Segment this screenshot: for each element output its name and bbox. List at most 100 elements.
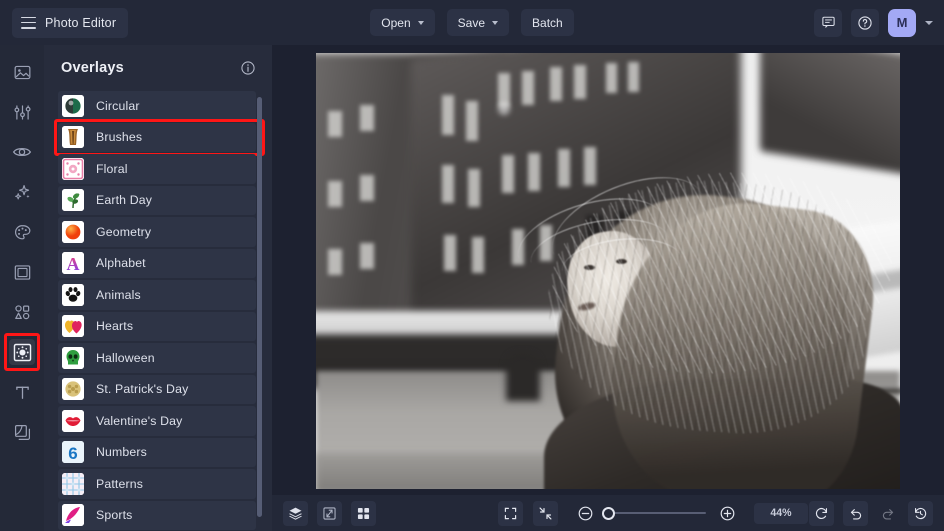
refresh-icon [815, 507, 828, 519]
list-item[interactable]: Hearts [58, 311, 256, 341]
layers-copy-icon [14, 424, 30, 440]
list-item[interactable]: Floral [58, 154, 256, 184]
list-item[interactable]: Circular [58, 91, 256, 121]
zoom-out-button[interactable] [574, 502, 596, 524]
sidebar-item-color[interactable] [9, 219, 35, 245]
grid-button[interactable] [351, 500, 376, 526]
open-button-label: Open [381, 15, 411, 30]
eye-icon [12, 147, 32, 157]
chevron-down-icon [492, 21, 499, 25]
resize-icon [323, 506, 336, 520]
list-item[interactable]: Earth Day [58, 185, 256, 215]
sidebar-item-text[interactable] [9, 379, 35, 405]
list-item[interactable]: Halloween [58, 343, 256, 373]
collapse-corners-icon [539, 507, 552, 519]
list-item[interactable]: Animals [58, 280, 256, 310]
list-item-label: Earth Day [96, 193, 153, 208]
image-icon [14, 65, 30, 79]
info-circle-icon[interactable] [240, 60, 256, 76]
overlays-panel-header: Overlays [44, 45, 272, 91]
list-item-label: Animals [96, 287, 141, 302]
st-patricks-thumb [62, 378, 84, 401]
animals-thumb [62, 283, 84, 306]
photo-editor-app: Photo Editor Open Save Batch M Overlays … [0, 0, 944, 531]
brushes-thumb [62, 126, 84, 149]
open-button[interactable]: Open [370, 9, 435, 36]
sidebar-item-retouch[interactable] [9, 139, 35, 165]
help-button[interactable] [851, 8, 879, 37]
history-button[interactable] [908, 500, 933, 526]
layers-button[interactable] [283, 500, 308, 526]
sidebar-item-frames[interactable] [9, 259, 35, 285]
list-item-label: Circular [96, 98, 140, 113]
feedback-button[interactable] [814, 8, 842, 37]
batch-button-label: Batch [532, 15, 563, 30]
zoom-slider-handle[interactable] [602, 506, 615, 520]
floral-thumb [62, 157, 84, 180]
list-item[interactable]: Valentine's Day [58, 406, 256, 436]
transform-button[interactable] [317, 500, 342, 526]
list-item-label: Sports [96, 508, 133, 523]
zoom-level-value[interactable]: 44% [754, 502, 808, 524]
list-item[interactable]: Geometry [58, 217, 256, 247]
list-item[interactable]: Brushes [54, 118, 265, 156]
alphabet-thumb: A [62, 252, 84, 275]
zoom-in-button[interactable] [716, 502, 738, 524]
svg-text:6: 6 [68, 444, 77, 463]
valentines-thumb [62, 409, 84, 432]
photo-background-person-2 [506, 353, 540, 401]
list-item-label: Valentine's Day [96, 413, 183, 428]
list-item[interactable]: 6 Numbers [58, 437, 256, 467]
sidebar-item-layers[interactable] [9, 419, 35, 445]
sports-thumb [62, 504, 84, 527]
list-item-label: Alphabet [96, 256, 146, 271]
chat-bubble-icon [821, 16, 835, 29]
overlays-panel: Overlays Circular Brushes Floral Earth D… [44, 45, 272, 531]
list-item-label: Floral [96, 161, 128, 176]
list-item[interactable]: A Alphabet [58, 248, 256, 278]
layers-icon [289, 507, 302, 520]
undo-button[interactable] [843, 500, 868, 526]
zoom-slider[interactable] [602, 506, 706, 520]
batch-button[interactable]: Batch [521, 9, 574, 36]
list-item-label: Halloween [96, 350, 155, 365]
chevron-down-icon[interactable] [925, 20, 933, 25]
expand-corners-icon [504, 507, 517, 519]
page-title: Overlays [61, 60, 124, 76]
save-button[interactable]: Save [446, 9, 510, 36]
shapes-icon [14, 304, 29, 319]
sidebar-item-shapes[interactable] [9, 299, 35, 325]
sidebar-item-effects[interactable] [9, 179, 35, 205]
plus-circle-icon [720, 506, 734, 520]
sidebar-item-overlays[interactable] [4, 333, 40, 371]
patterns-thumb [62, 472, 84, 495]
canvas-area[interactable] [272, 45, 944, 495]
list-item[interactable]: Patterns [58, 469, 256, 499]
panel-scrollbar[interactable] [257, 97, 262, 517]
undo-arrow-icon [850, 508, 862, 519]
halloween-thumb [62, 346, 84, 369]
sidebar-item-image[interactable] [9, 59, 35, 85]
numbers-thumb: 6 [62, 441, 84, 464]
list-item[interactable]: St. Patrick's Day [58, 374, 256, 404]
avatar[interactable]: M [888, 8, 916, 37]
overlays-list[interactable]: Circular Brushes Floral Earth Day Geomet… [44, 91, 272, 531]
list-item-label: Geometry [96, 224, 152, 239]
sidebar-item-adjust[interactable] [9, 99, 35, 125]
reset-button[interactable] [809, 500, 834, 526]
grid-icon [357, 507, 370, 519]
clock-history-icon [914, 507, 927, 519]
edited-photo[interactable] [316, 53, 900, 489]
list-item[interactable]: Sports [58, 500, 256, 530]
svg-text:A: A [67, 254, 80, 274]
list-item-label: Hearts [96, 319, 134, 334]
list-item-label: Brushes [96, 130, 143, 145]
fullscreen-button[interactable] [498, 500, 523, 526]
minus-circle-icon [578, 506, 592, 520]
top-toolbar-right: M [814, 8, 933, 37]
redo-button[interactable] [877, 502, 899, 524]
fit-screen-button[interactable] [533, 500, 558, 526]
text-t-icon [15, 386, 29, 399]
frame-icon [14, 264, 30, 280]
geometry-thumb [62, 220, 84, 243]
